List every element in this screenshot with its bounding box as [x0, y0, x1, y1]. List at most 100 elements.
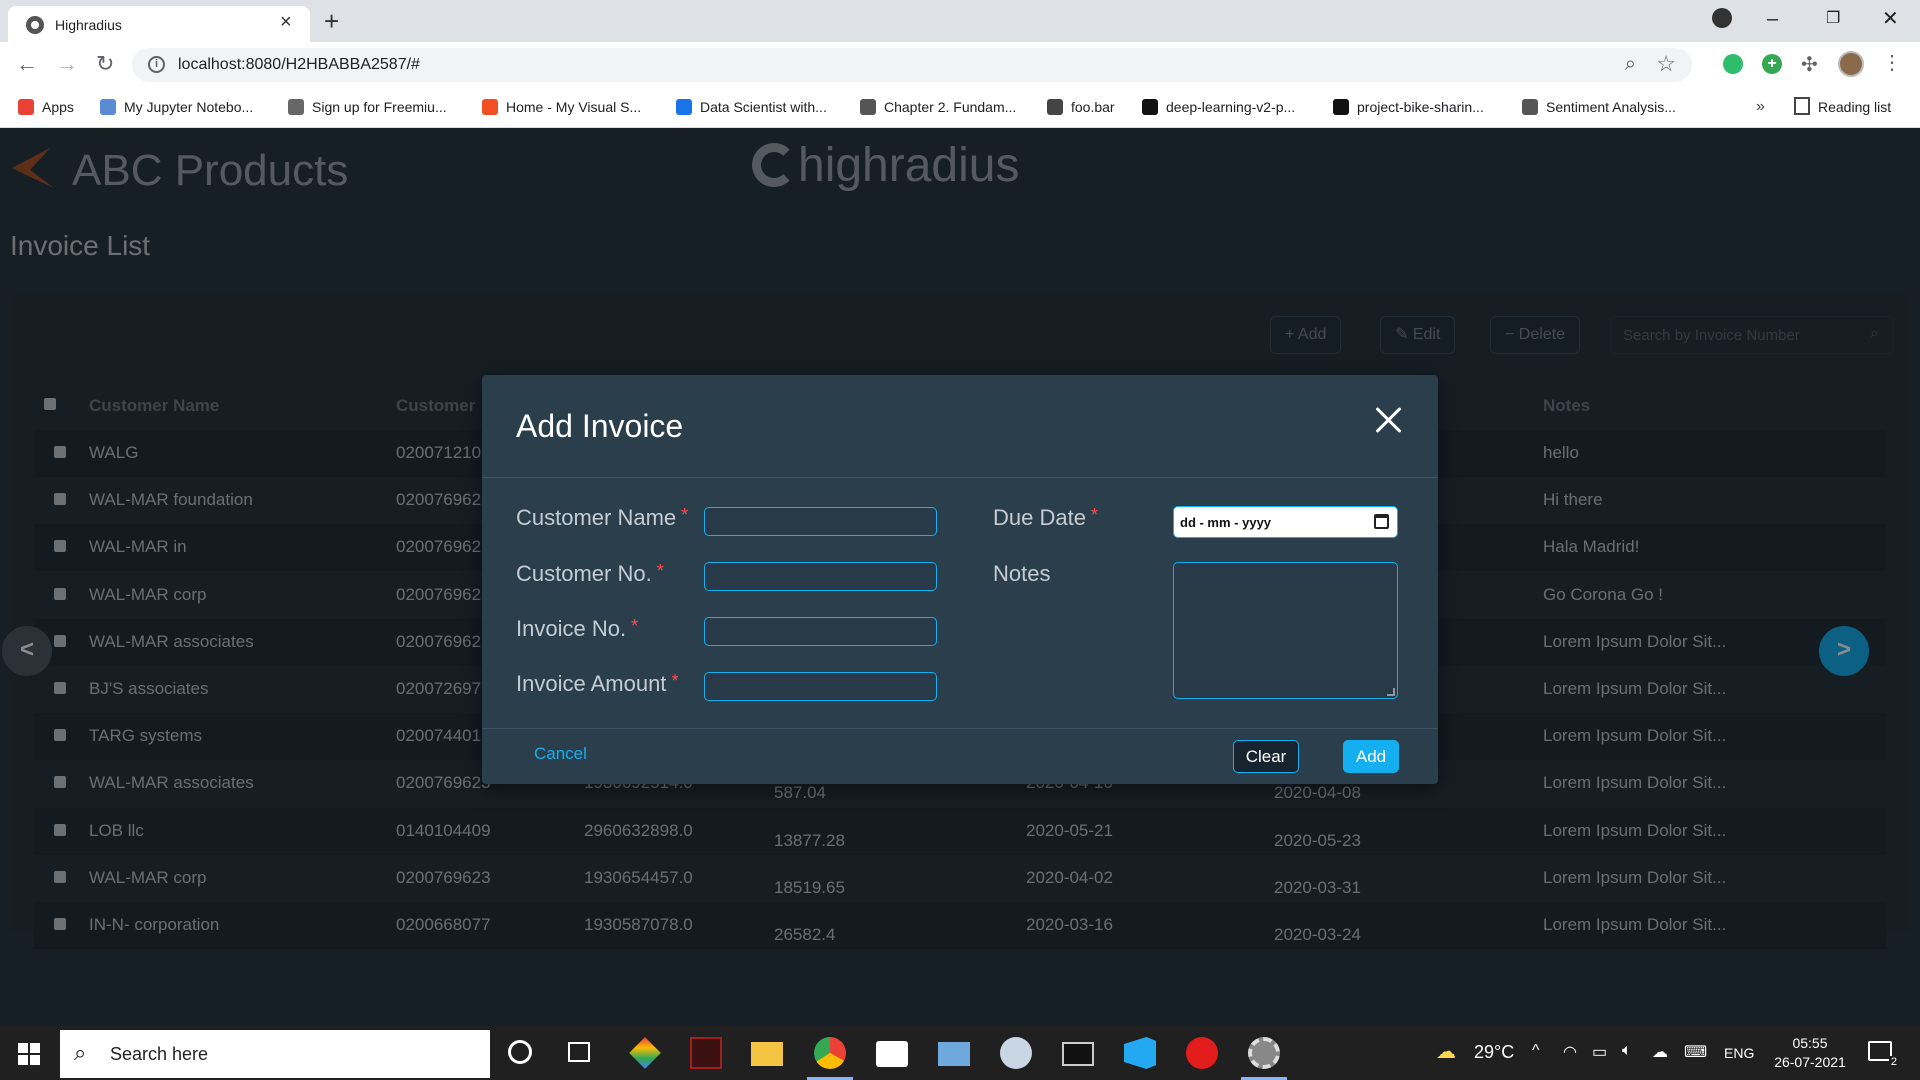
bookmark-label: Home - My Visual S... — [506, 99, 642, 115]
tab-close-icon[interactable]: × — [280, 12, 292, 32]
customer-name-input[interactable] — [704, 507, 937, 536]
tab-search-icon[interactable] — [1712, 8, 1732, 28]
bookmark-label: Sentiment Analysis... — [1546, 99, 1676, 115]
browser-menu-icon[interactable]: ⋮ — [1882, 50, 1902, 74]
highradius-favicon-icon — [26, 16, 44, 34]
chrome-icon[interactable] — [814, 1037, 846, 1069]
due-date-label: Due Date * — [993, 505, 1098, 531]
forward-icon[interactable]: → — [56, 51, 78, 77]
site-info-icon[interactable]: i — [148, 56, 165, 73]
bookmark-item[interactable]: foo.bar — [1047, 96, 1115, 118]
reload-icon[interactable]: ↻ — [96, 51, 114, 77]
snipping-tool-icon[interactable] — [1000, 1037, 1032, 1069]
url-text[interactable]: localhost:8080/H2HBABBA2587/# — [178, 56, 420, 74]
onedrive-icon[interactable]: ☁ — [1652, 1042, 1668, 1062]
bookmark-item[interactable]: Home - My Visual S... — [482, 96, 641, 118]
required-mark: * — [681, 505, 689, 525]
notification-center-icon[interactable]: 2 — [1868, 1041, 1899, 1068]
task-view-icon[interactable] — [568, 1042, 590, 1062]
bookmark-item[interactable]: Data Scientist with... — [676, 96, 827, 118]
bookmark-favicon-icon — [1522, 99, 1538, 115]
bookmark-favicon-icon — [100, 99, 116, 115]
grammarly-extension-icon[interactable] — [1723, 54, 1743, 74]
minimize-icon[interactable]: – — [1767, 4, 1778, 34]
cancel-button[interactable]: Cancel — [534, 744, 587, 764]
invoice-amount-label-text: Invoice Amount — [516, 671, 667, 696]
invoice-amount-input[interactable] — [704, 672, 937, 701]
network-icon[interactable]: ◠ — [1563, 1042, 1577, 1062]
tab-title: Highradius — [55, 17, 122, 33]
bookmark-item[interactable]: Sign up for Freemiu... — [288, 96, 447, 118]
required-mark: * — [631, 616, 639, 636]
keyboard-icon[interactable]: ⌨ — [1684, 1042, 1707, 1062]
vscode-icon[interactable] — [1124, 1037, 1156, 1069]
settings-gear-icon[interactable] — [1248, 1037, 1280, 1069]
bookmark-star-icon[interactable]: ☆ — [1656, 51, 1676, 77]
customer-name-label-text: Customer Name — [516, 505, 677, 530]
resize-handle-icon[interactable] — [1387, 688, 1395, 696]
bookmark-item[interactable]: project-bike-sharin... — [1333, 96, 1484, 118]
due-date-placeholder: dd - mm - yyyy — [1180, 515, 1272, 530]
bookmark-item[interactable]: Apps — [18, 96, 74, 118]
weather-temp[interactable]: 29°C — [1474, 1042, 1514, 1063]
dialog-title: Add Invoice — [516, 408, 684, 444]
predator-sense-icon[interactable] — [690, 1037, 722, 1069]
windows-start-icon[interactable] — [18, 1043, 40, 1065]
store-icon[interactable] — [876, 1041, 908, 1067]
remote-desktop-icon[interactable] — [938, 1042, 970, 1066]
reading-list-button[interactable]: Reading list — [1794, 96, 1891, 118]
input-language[interactable]: ENG — [1724, 1045, 1754, 1061]
zoom-icon[interactable]: ⌕ — [1625, 53, 1636, 76]
add-invoice-submit-button[interactable]: Add — [1343, 740, 1399, 773]
extensions-puzzle-icon[interactable]: ✣ — [1801, 52, 1821, 76]
clock-time: 05:55 — [1792, 1035, 1828, 1051]
file-explorer-icon[interactable] — [751, 1042, 783, 1066]
required-mark: * — [671, 671, 679, 691]
terminal-icon[interactable] — [1062, 1042, 1094, 1066]
bookmark-label: project-bike-sharin... — [1357, 99, 1484, 115]
bookmarks-bar: Apps My Jupyter Notebo... Sign up for Free… — [0, 88, 1920, 128]
required-mark: * — [656, 561, 664, 581]
battery-icon[interactable]: ▭ — [1592, 1042, 1607, 1062]
taskbar-search-input[interactable]: ⌕ Search here — [60, 1030, 490, 1078]
profile-avatar[interactable] — [1838, 51, 1864, 77]
due-date-input[interactable]: dd - mm - yyyy — [1173, 506, 1398, 538]
taskbar-clock[interactable]: 05:55 26-07-2021 — [1770, 1034, 1850, 1072]
add-extension-icon[interactable]: + — [1762, 54, 1782, 74]
cortana-icon[interactable] — [508, 1040, 532, 1064]
invoice-no-label-text: Invoice No. — [516, 616, 627, 641]
bookmark-item[interactable]: Sentiment Analysis... — [1522, 96, 1676, 118]
windows-taskbar: ⌕ Search here ☁ 29°C ^ ◠ ▭ 🔈︎ ☁ ⌨ ENG 05… — [0, 1026, 1920, 1080]
dialog-footer-divider — [482, 728, 1438, 729]
bookmark-favicon-icon — [676, 99, 692, 115]
bookmark-item[interactable]: deep-learning-v2-p... — [1142, 96, 1295, 118]
media-player-icon[interactable] — [1186, 1037, 1218, 1069]
clear-button[interactable]: Clear — [1233, 740, 1299, 773]
bookmark-item[interactable]: Chapter 2. Fundam... — [860, 96, 1016, 118]
invoice-no-input[interactable] — [704, 617, 937, 646]
more-bookmarks-icon[interactable]: » — [1756, 98, 1765, 116]
dialog-header: Add Invoice — [482, 375, 1438, 478]
address-bar[interactable]: i localhost:8080/H2HBABBA2587/# ⌕ ☆ — [132, 48, 1692, 82]
add-invoice-dialog: Add Invoice Customer Name * Customer No. *… — [482, 375, 1438, 784]
calendar-icon[interactable] — [1374, 514, 1389, 529]
bookmark-favicon-icon — [482, 99, 498, 115]
bookmark-favicon-icon — [1142, 99, 1158, 115]
taskbar-search-placeholder: Search here — [110, 1044, 209, 1064]
close-icon[interactable] — [1372, 403, 1406, 437]
due-date-label-text: Due Date — [993, 505, 1086, 530]
volume-icon[interactable]: 🔈︎ — [1622, 1042, 1632, 1060]
bookmark-favicon-icon — [1333, 99, 1349, 115]
customer-no-input[interactable] — [704, 562, 937, 591]
app-diamond-icon[interactable] — [629, 1037, 661, 1069]
browser-tab[interactable]: Highradius × — [8, 6, 310, 42]
bookmark-item[interactable]: My Jupyter Notebo... — [100, 96, 253, 118]
restore-icon[interactable]: ❐ — [1826, 4, 1840, 34]
show-hidden-icons-icon[interactable]: ^ — [1532, 1042, 1540, 1060]
bookmark-favicon-icon — [288, 99, 304, 115]
weather-icon[interactable]: ☁ — [1436, 1039, 1456, 1064]
window-close-icon[interactable]: ✕ — [1882, 4, 1899, 34]
back-icon[interactable]: ← — [16, 51, 38, 77]
new-tab-icon[interactable]: + — [324, 6, 339, 36]
notes-textarea[interactable] — [1173, 562, 1398, 699]
